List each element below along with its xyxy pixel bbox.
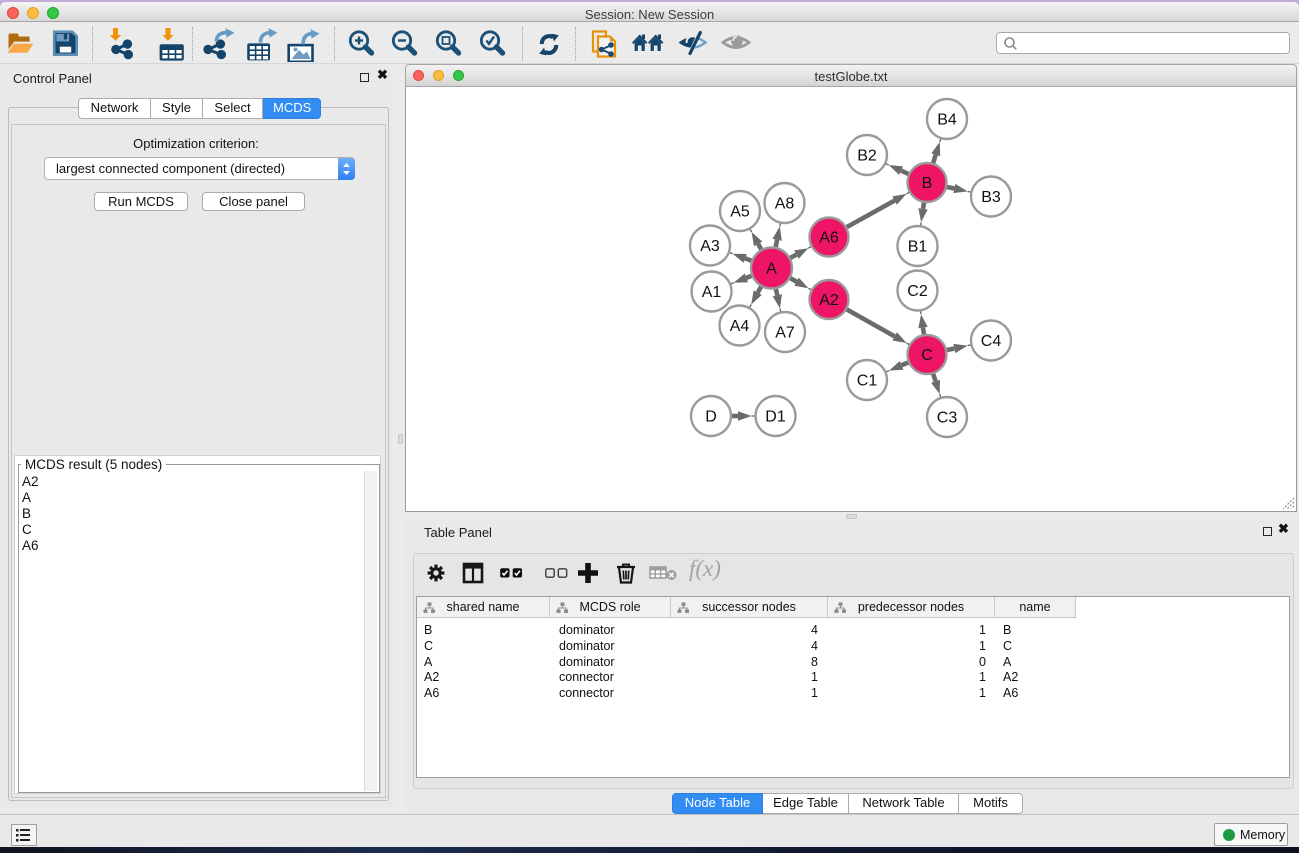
svg-text:A1: A1 [702,284,722,301]
svg-text:B2: B2 [857,148,877,165]
svg-text:C4: C4 [981,333,1002,350]
svg-text:D: D [705,409,717,426]
svg-text:A: A [766,261,777,278]
svg-text:A7: A7 [775,325,795,342]
svg-text:B1: B1 [908,239,928,256]
svg-text:B4: B4 [937,112,957,129]
svg-text:A8: A8 [775,196,795,213]
svg-text:A3: A3 [700,238,720,255]
svg-text:A6: A6 [819,230,839,247]
svg-text:B3: B3 [981,189,1001,206]
svg-text:C1: C1 [857,373,878,390]
svg-text:C3: C3 [937,410,958,427]
svg-text:B: B [922,175,933,192]
svg-text:C2: C2 [907,283,928,300]
svg-text:C: C [921,347,933,364]
svg-text:A4: A4 [730,318,750,335]
svg-text:A2: A2 [819,292,839,309]
svg-text:A5: A5 [730,204,750,221]
svg-text:D1: D1 [765,409,786,426]
